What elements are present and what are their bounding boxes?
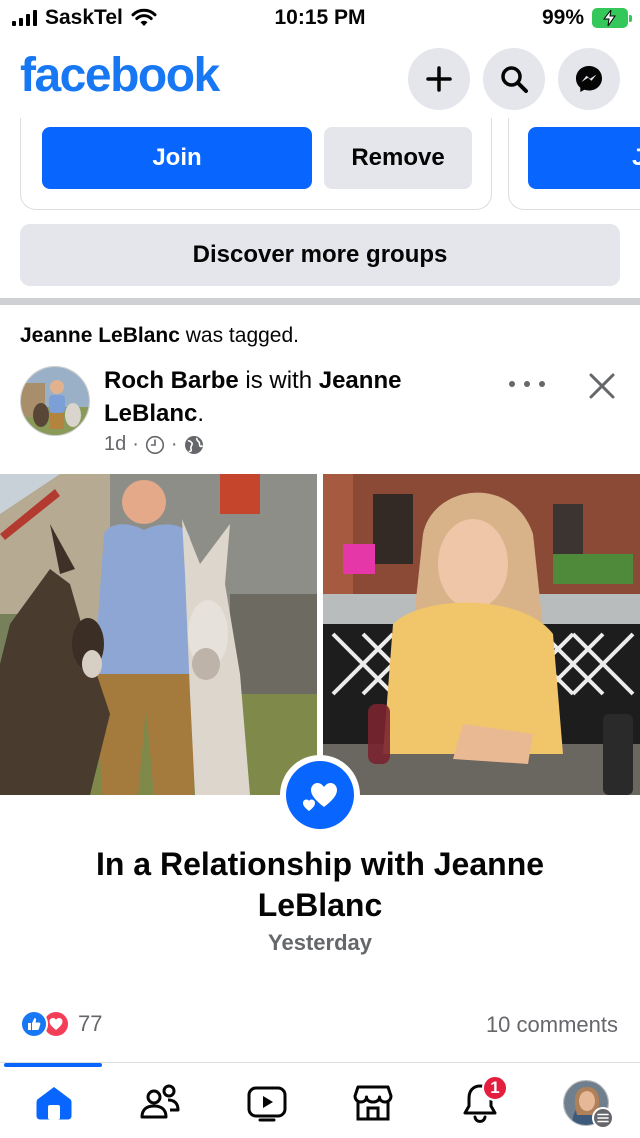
tab-menu[interactable] (554, 1077, 618, 1129)
post-options-button[interactable] (509, 372, 545, 396)
author-suffix: . (197, 400, 205, 427)
life-event-date: Yesterday (268, 930, 372, 955)
life-event-title: In a Relationship with Jeanne LeBlanc (95, 846, 545, 923)
meta-separator: · (132, 433, 139, 455)
search-button[interactable] (483, 48, 545, 110)
friends-icon (140, 1084, 180, 1119)
author-avatar[interactable] (20, 366, 90, 436)
hearts-icon (303, 783, 337, 811)
remove-group-button[interactable]: Remove (324, 127, 472, 189)
home-icon (36, 1087, 72, 1120)
create-button[interactable] (408, 48, 470, 110)
relationship-badge (280, 755, 360, 835)
post-meta: 1d · · (104, 433, 204, 456)
close-icon[interactable] (584, 368, 620, 404)
join-group-button[interactable]: Join (42, 127, 312, 189)
globe-icon (184, 435, 203, 454)
post-author-line: Roch Barbe is with Jeanne LeBlanc. (104, 364, 484, 430)
like-reaction-icon (20, 1010, 48, 1038)
battery-percent: 99% (541, 6, 584, 29)
battery-charging-icon (592, 8, 632, 28)
suggested-groups-carousel: Join Remove J (0, 118, 640, 214)
clock-icon (145, 435, 165, 454)
status-bar: SaskTel 10:15 PM 99% (0, 0, 640, 36)
facebook-feed-screen: SaskTel 10:15 PM 99% facebook Join Remov… (0, 0, 640, 1138)
tab-friends[interactable] (128, 1077, 192, 1129)
reactions-summary[interactable]: 77 (20, 1010, 102, 1038)
discover-more-groups-button[interactable]: Discover more groups (20, 224, 620, 286)
facebook-logo[interactable]: facebook (20, 48, 220, 103)
photo-man-with-donkeys[interactable] (0, 474, 317, 795)
active-tab-indicator (4, 1063, 102, 1067)
reaction-count: 77 (78, 1011, 103, 1036)
tag-notice: Jeanne LeBlanc was tagged. (20, 324, 299, 348)
post-photos (0, 474, 640, 795)
notification-badge: 1 (482, 1075, 508, 1101)
menu-icon (592, 1107, 614, 1129)
tab-video[interactable] (235, 1077, 299, 1129)
meta-separator-2: · (170, 433, 178, 455)
tab-notifications[interactable]: 1 (448, 1075, 512, 1129)
tag-notice-text: was tagged. (185, 324, 299, 347)
author-name[interactable]: Roch Barbe (104, 367, 239, 394)
tab-home[interactable] (22, 1077, 86, 1129)
app-header: facebook (0, 40, 640, 118)
battery-indicator: 99% (541, 6, 632, 30)
search-icon (501, 66, 528, 93)
tab-marketplace[interactable] (341, 1077, 405, 1129)
messenger-icon (576, 66, 602, 92)
messenger-button[interactable] (558, 48, 620, 110)
section-divider (0, 298, 640, 305)
marketplace-icon (353, 1085, 393, 1121)
tagged-user-name[interactable]: Jeanne LeBlanc (20, 324, 180, 347)
join-group-button-next[interactable]: J (528, 127, 640, 189)
comments-count-link[interactable]: 10 comments (486, 1012, 618, 1038)
video-icon (247, 1086, 287, 1122)
author-connector: is with (245, 367, 313, 394)
photo-woman-at-patio[interactable] (323, 474, 640, 795)
plus-icon (426, 66, 452, 92)
post-time[interactable]: 1d (104, 433, 126, 456)
bottom-tab-bar: 1 (0, 1062, 640, 1138)
